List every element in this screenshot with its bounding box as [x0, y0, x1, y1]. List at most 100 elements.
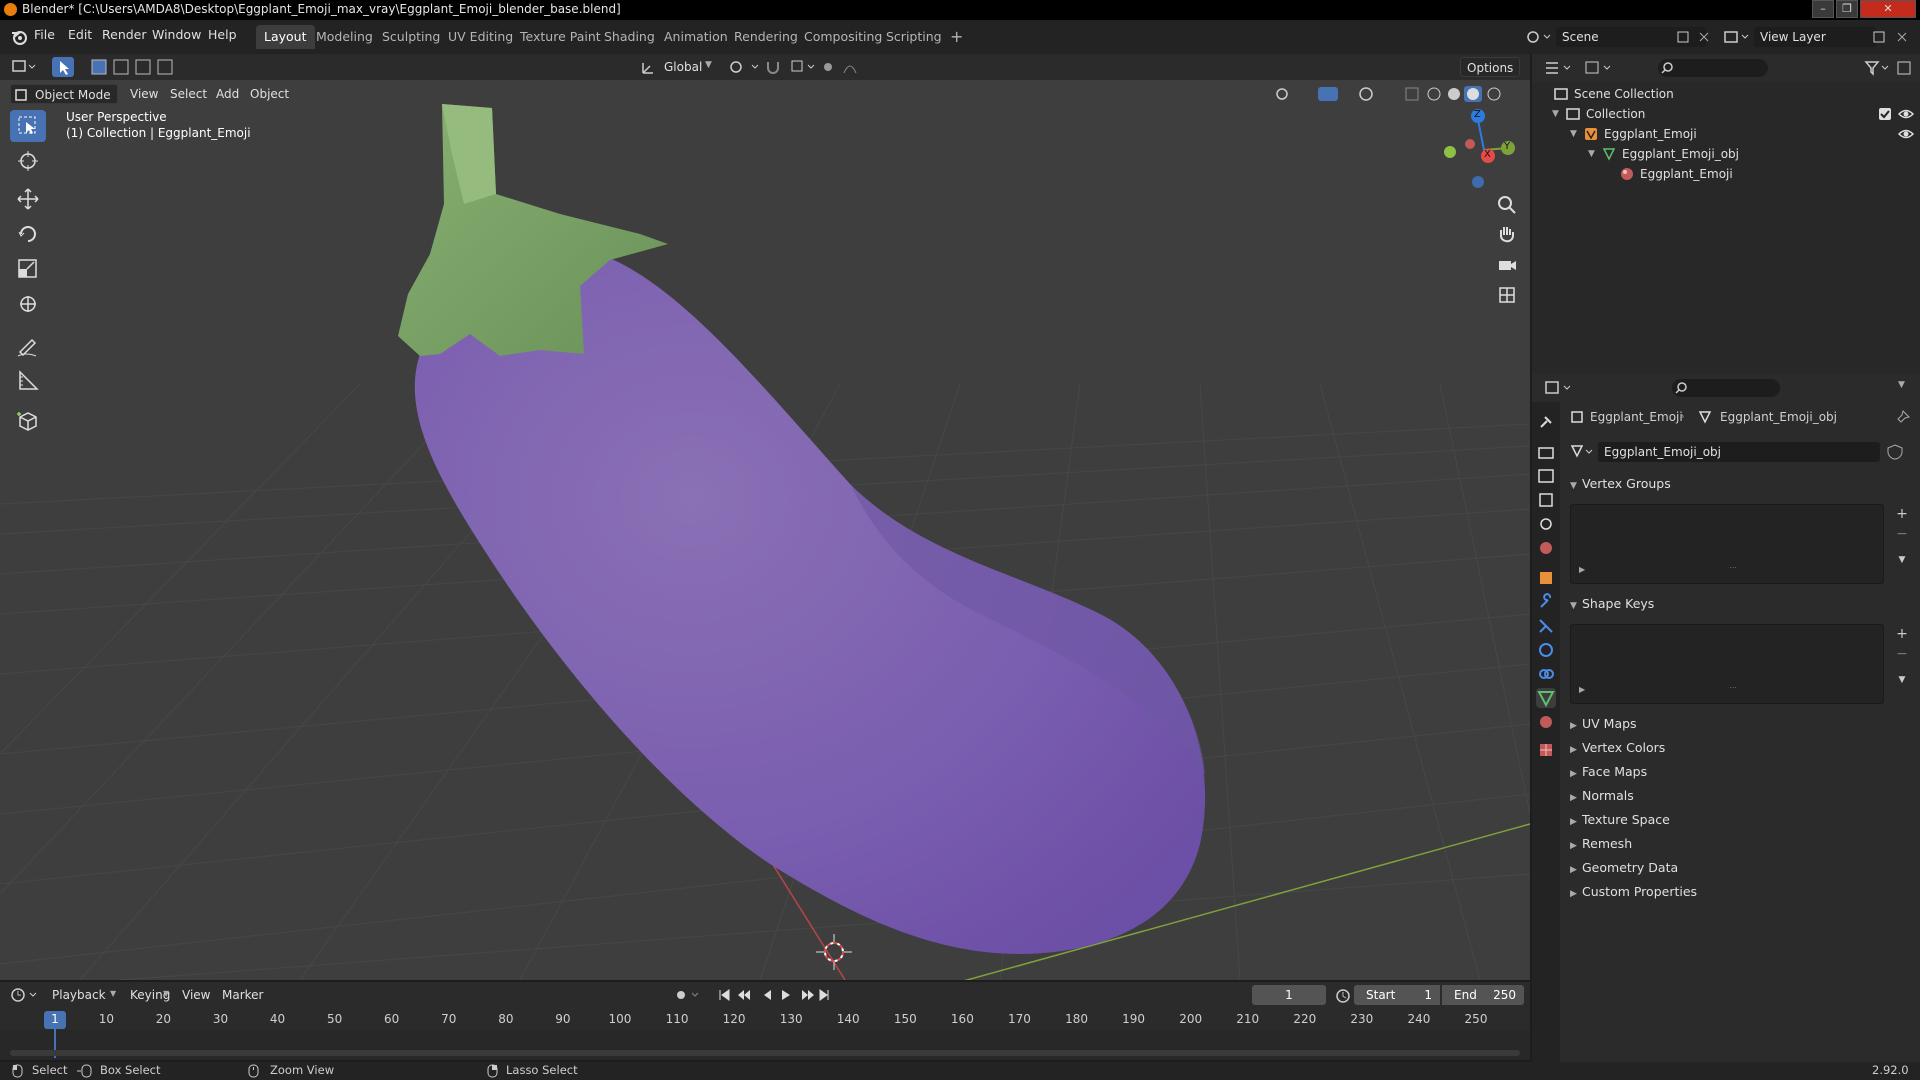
expand-arrow-icon[interactable]: ▼: [1552, 104, 1559, 124]
tool-rotate[interactable]: [10, 218, 46, 250]
tab-texture-paint[interactable]: Texture Paint: [512, 25, 609, 49]
scene-tab-icon[interactable]: [1536, 514, 1556, 534]
maximize-button[interactable]: ❐: [1836, 0, 1858, 18]
list-resize-grip-icon[interactable]: ⋯: [1729, 683, 1737, 692]
tool-transform[interactable]: [10, 288, 46, 320]
checkbox-checked-icon[interactable]: [1878, 107, 1892, 121]
vertex-group-specials-button[interactable]: ▼: [1892, 550, 1912, 570]
perspective-toggle-icon[interactable]: [1496, 284, 1518, 306]
outliner-editor-type-icon[interactable]: [1544, 59, 1574, 77]
physics-tab-icon[interactable]: [1536, 640, 1556, 660]
pin-icon[interactable]: [1896, 410, 1910, 424]
properties-editor-type-icon[interactable]: [1544, 379, 1574, 397]
minimize-button[interactable]: –: [1812, 0, 1834, 18]
panel-shape-keys-header[interactable]: ▼ Shape Keys: [1570, 596, 1654, 611]
menu-render[interactable]: Render: [102, 27, 147, 42]
view-layer-browse-icon[interactable]: [1722, 27, 1752, 47]
scene-browse-icon[interactable]: [1524, 27, 1554, 47]
tab-animation[interactable]: Animation: [656, 25, 736, 49]
particles-tab-icon[interactable]: [1536, 616, 1556, 636]
orientation-dropdown[interactable]: Global: [658, 57, 708, 77]
menu-file[interactable]: File: [34, 27, 55, 42]
outliner-row-eggplant-emoji-obj[interactable]: ▼ Eggplant_Emoji_obj: [1532, 144, 1920, 164]
pivot-point-icon[interactable]: [726, 57, 766, 77]
panel-face-maps[interactable]: ▶ Face Maps: [1570, 764, 1647, 779]
eggplant-body[interactable]: [414, 254, 1206, 954]
menu-object[interactable]: Object: [244, 84, 295, 104]
remove-shape-key-button[interactable]: −: [1892, 644, 1912, 664]
expand-arrow-icon[interactable]: ▼: [1588, 144, 1595, 164]
list-resize-grip-icon[interactable]: ⋯: [1729, 563, 1737, 572]
3d-viewport[interactable]: Z Y X User Perspective (1) Collection | …: [0, 54, 1530, 980]
remove-vertex-group-button[interactable]: −: [1892, 524, 1912, 544]
tab-uv-editing[interactable]: UV Editing: [440, 25, 521, 49]
panel-vertex-colors[interactable]: ▶ Vertex Colors: [1570, 740, 1665, 755]
tool-measure[interactable]: [10, 365, 46, 397]
outliner-row-collection[interactable]: ▼ Collection: [1532, 104, 1920, 124]
constraints-tab-icon[interactable]: [1536, 664, 1556, 684]
tool-annotate[interactable]: [10, 330, 46, 362]
list-expand-arrow-icon[interactable]: ▶: [1579, 565, 1585, 574]
vertex-groups-list[interactable]: ▶ ⋯: [1570, 504, 1884, 584]
menu-add[interactable]: Add: [210, 84, 245, 104]
panel-remesh[interactable]: ▶ Remesh: [1570, 836, 1632, 851]
panel-texture-space[interactable]: ▶ Texture Space: [1570, 812, 1670, 827]
material-tab-icon[interactable]: [1536, 712, 1556, 732]
timeline-scrollbar[interactable]: [10, 1050, 1520, 1056]
delete-scene-icon[interactable]: [1696, 29, 1712, 45]
tool-tab-icon[interactable]: [1536, 412, 1556, 432]
modifier-wrench-icon[interactable]: [1536, 592, 1556, 612]
record-keyframe-icon[interactable]: [672, 986, 702, 1004]
camera-view-icon[interactable]: [1496, 254, 1518, 276]
tab-shading[interactable]: Shading: [596, 25, 663, 49]
outliner-row-material[interactable]: Eggplant_Emoji: [1532, 164, 1920, 184]
tool-cursor[interactable]: [10, 145, 46, 177]
tab-layout[interactable]: Layout: [256, 25, 315, 49]
menu-help[interactable]: Help: [208, 27, 237, 42]
close-window-button[interactable]: ✕: [1860, 0, 1916, 18]
menu-playback[interactable]: Playback: [46, 985, 112, 1005]
menu-view[interactable]: View: [124, 84, 164, 104]
tool-select-box[interactable]: [10, 110, 46, 142]
selection-mode-icons[interactable]: [90, 57, 180, 77]
texture-tab-icon[interactable]: [1536, 740, 1556, 760]
display-mode-icon[interactable]: [1584, 59, 1614, 77]
render-tab-icon[interactable]: [1536, 442, 1556, 462]
expand-arrow-icon[interactable]: ▼: [1570, 124, 1577, 144]
mesh-data-tab-icon[interactable]: [1536, 688, 1556, 708]
tab-modeling[interactable]: Modeling: [308, 25, 381, 49]
object-tab-icon[interactable]: [1536, 568, 1556, 588]
zoom-icon[interactable]: [1496, 194, 1518, 216]
current-frame-field[interactable]: 1: [1252, 985, 1326, 1005]
panel-geometry-data[interactable]: ▶ Geometry Data: [1570, 860, 1678, 875]
timeline-area[interactable]: 1 10 20 30 40 50 60 70 80 90 100 110 120 130 140 150 160…: [0, 1008, 1530, 1060]
panel-uv-maps[interactable]: ▶ UV Maps: [1570, 716, 1637, 731]
add-vertex-group-button[interactable]: +: [1892, 504, 1912, 524]
fake-user-shield-icon[interactable]: [1886, 444, 1904, 460]
viewport-shading-controls[interactable]: [1272, 84, 1512, 104]
blender-menu-icon[interactable]: [10, 28, 28, 46]
options-dropdown[interactable]: Options: [1460, 57, 1521, 77]
list-expand-arrow-icon[interactable]: ▶: [1579, 685, 1585, 694]
end-frame-field[interactable]: End 250: [1442, 985, 1524, 1005]
menu-marker[interactable]: Marker: [216, 985, 269, 1005]
add-workspace-button[interactable]: +: [942, 25, 971, 49]
output-tab-icon[interactable]: [1536, 466, 1556, 486]
tab-compositing[interactable]: Compositing: [796, 25, 890, 49]
shape-keys-list[interactable]: ▶ ⋯: [1570, 624, 1884, 704]
tool-move[interactable]: [10, 183, 46, 215]
properties-chevron-icon[interactable]: ▼: [1898, 380, 1905, 390]
menu-edit[interactable]: Edit: [68, 27, 92, 42]
menu-window[interactable]: Window: [152, 27, 201, 42]
proportional-editing-icon[interactable]: [820, 57, 870, 77]
menu-select[interactable]: Select: [164, 84, 213, 104]
select-tool-button[interactable]: [52, 57, 74, 77]
outliner-row-scene-collection[interactable]: Scene Collection: [1532, 84, 1920, 104]
snap-icon[interactable]: [764, 57, 824, 77]
tool-scale[interactable]: [10, 253, 46, 285]
tab-rendering[interactable]: Rendering: [726, 25, 806, 49]
start-frame-field[interactable]: Start 1: [1354, 985, 1440, 1005]
view-layer-tab-icon[interactable]: [1536, 490, 1556, 510]
add-shape-key-button[interactable]: +: [1892, 624, 1912, 644]
3d-cursor[interactable]: [816, 934, 852, 970]
